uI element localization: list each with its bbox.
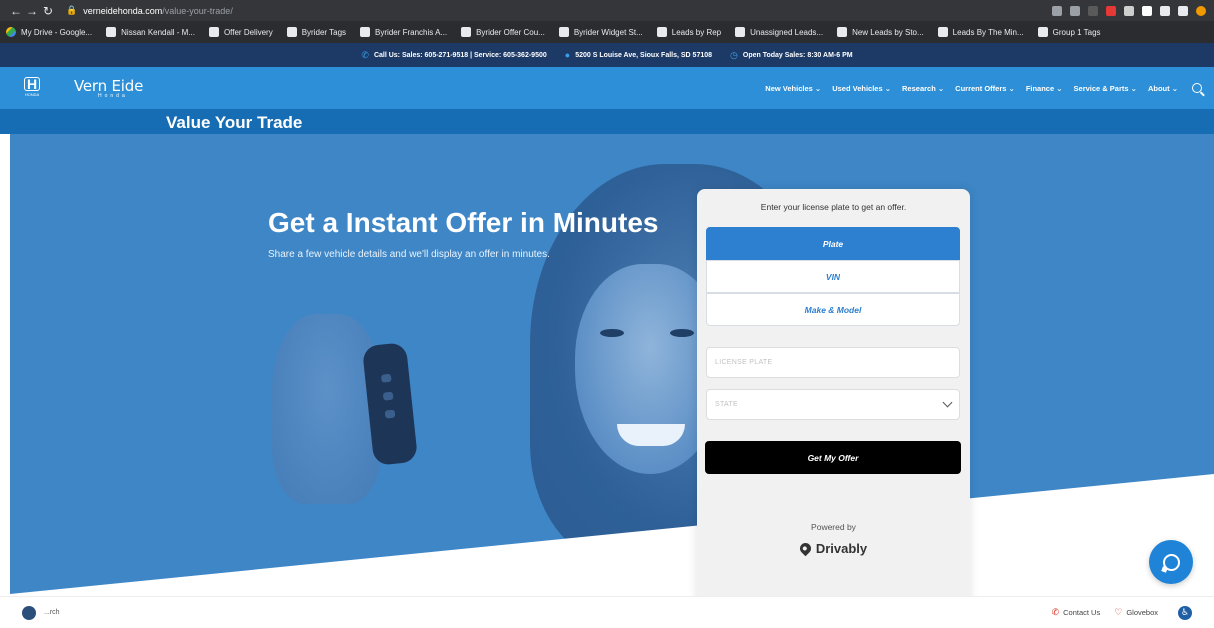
honda-logo[interactable]: H HONDA — [22, 77, 42, 99]
hours-info[interactable]: ◷ Open Today Sales: 8:30 AM-6 PM — [730, 50, 853, 61]
map-pin-icon: ● — [564, 50, 571, 60]
bookmark-item[interactable]: Byrider Widget St... — [558, 27, 643, 37]
bottom-search-label[interactable]: ...rch — [44, 609, 60, 616]
offer-prompt: Enter your license plate to get an offer… — [760, 202, 907, 212]
bookmark-item[interactable]: Leads By The Min... — [937, 27, 1024, 37]
extension-icon[interactable] — [1124, 5, 1134, 16]
page-title: Value Your Trade — [166, 113, 303, 132]
dealer-logo[interactable]: Vern Eide Honda — [74, 77, 143, 99]
bookmark-item[interactable]: Leads by Rep — [656, 27, 721, 37]
clock-icon: ◷ — [730, 49, 738, 60]
nav-item-research[interactable]: Research ⌄ — [902, 84, 944, 93]
puzzle-icon[interactable] — [1160, 5, 1170, 16]
main-navigation: H HONDA Vern Eide Honda New Vehicles ⌄ U… — [0, 67, 1214, 109]
forward-icon[interactable]: → — [24, 4, 40, 18]
bookmark-item[interactable]: Offer Delivery — [208, 27, 273, 37]
page-icon — [208, 27, 219, 37]
nav-menu: New Vehicles ⌄ Used Vehicles ⌄ Research … — [765, 84, 1178, 93]
url-host: verneidehonda.com — [83, 5, 163, 16]
get-my-offer-button[interactable]: Get My Offer — [705, 441, 961, 474]
hero-heading: Get a Instant Offer in Minutes — [268, 207, 659, 238]
phone-icon: ✆ — [1051, 607, 1060, 617]
bookmark-item[interactable]: Unassigned Leads... — [735, 27, 823, 37]
hero-photo-eye — [670, 329, 694, 337]
bookmark-item[interactable]: Byrider Tags — [286, 27, 346, 37]
lock-icon: 🔒 — [66, 5, 78, 15]
drive-icon — [6, 27, 16, 37]
bottom-bar-actions: ✆ Contact Us ♡ Glovebox ♿ — [1052, 605, 1192, 620]
bookmark-item[interactable]: Byrider Franchis A... — [360, 27, 447, 37]
state-select-value: STATE — [715, 401, 739, 408]
share-icon[interactable] — [1052, 5, 1062, 16]
phone-icon: ✆ — [361, 49, 369, 60]
hero-diagonal-divider — [10, 474, 1214, 594]
page-icon — [735, 27, 746, 37]
tab-vin[interactable]: VIN — [706, 260, 960, 293]
chat-button[interactable] — [1149, 540, 1193, 584]
page-title-bar: Value Your Trade — [0, 109, 1214, 134]
star-icon[interactable] — [1070, 5, 1080, 16]
page-icon — [1037, 27, 1048, 37]
nav-item-about[interactable]: About ⌄ — [1148, 84, 1178, 93]
contact-info-bar: ✆ Call Us: Sales: 605-271-9518 | Service… — [0, 43, 1214, 67]
heart-icon: ♡ — [1114, 607, 1123, 617]
browser-toolbar: ← → ↻ 🔒 verneidehonda.com /value-your-tr… — [0, 0, 1214, 21]
extension-icon[interactable] — [1142, 5, 1152, 16]
bookmark-item[interactable]: My Drive - Google... — [6, 27, 92, 37]
page-icon — [461, 27, 472, 37]
reload-icon[interactable]: ↻ — [40, 4, 56, 18]
hero-section: Get a Instant Offer in Minutes Share a f… — [10, 134, 1214, 594]
offer-widget: Enter your license plate to get an offer… — [697, 189, 970, 605]
address-info[interactable]: ● 5200 S Louise Ave, Sioux Falls, SD 571… — [565, 50, 712, 60]
nav-item-current-offers[interactable]: Current Offers ⌄ — [955, 84, 1015, 93]
nav-item-new-vehicles[interactable]: New Vehicles ⌄ — [765, 84, 821, 93]
extension-icon[interactable] — [1088, 5, 1098, 16]
page-icon — [286, 27, 297, 37]
tab-make-model[interactable]: Make & Model — [706, 293, 960, 326]
search-icon[interactable] — [1192, 83, 1202, 93]
hero-subtext: Share a few vehicle details and we'll di… — [268, 248, 550, 260]
back-icon[interactable]: ← — [8, 4, 24, 18]
page-icon — [106, 27, 117, 37]
page-icon — [937, 27, 948, 37]
hero-text: Get a Instant Offer in Minutes Share a f… — [268, 206, 668, 262]
page-icon — [558, 27, 569, 37]
hero-photo-eye — [600, 329, 624, 337]
contact-us-link[interactable]: ✆ Contact Us — [1052, 607, 1101, 618]
glovebox-link[interactable]: ♡ Glovebox — [1114, 607, 1158, 618]
tab-plate[interactable]: Plate — [706, 227, 960, 260]
call-info[interactable]: ✆ Call Us: Sales: 605-271-9518 | Service… — [361, 50, 546, 61]
honda-h-icon: H — [24, 77, 40, 91]
address-bar[interactable]: 🔒 verneidehonda.com /value-your-trade/ — [66, 5, 1052, 16]
chat-icon — [1162, 553, 1180, 571]
nav-item-service-parts[interactable]: Service & Parts ⌄ — [1074, 84, 1137, 93]
chevron-down-icon — [942, 397, 953, 408]
nav-item-finance[interactable]: Finance ⌄ — [1026, 84, 1063, 93]
page-icon — [656, 27, 667, 37]
bookmark-item[interactable]: Nissan Kendall - M... — [106, 27, 195, 37]
bookmark-item[interactable]: Group 1 Tags — [1037, 27, 1101, 37]
avatar[interactable] — [1196, 5, 1206, 16]
license-plate-input[interactable] — [715, 359, 951, 366]
drivably-pin-icon — [797, 540, 814, 557]
drivably-logo[interactable]: Drivably — [697, 540, 970, 557]
state-select[interactable]: STATE — [706, 389, 960, 420]
bookmark-item[interactable]: Byrider Offer Cou... — [461, 27, 545, 37]
url-path: /value-your-trade/ — [162, 5, 233, 16]
page-icon — [837, 27, 848, 37]
bottom-bar: ...rch ✆ Contact Us ♡ Glovebox ♿ — [0, 596, 1214, 628]
extension-icon[interactable] — [1106, 5, 1116, 16]
nav-item-used-vehicles[interactable]: Used Vehicles ⌄ — [832, 84, 891, 93]
powered-by-label: Powered by — [811, 522, 856, 532]
license-plate-field[interactable] — [706, 347, 960, 378]
bookmark-item[interactable]: New Leads by Sto... — [837, 27, 924, 37]
accessibility-widget-icon[interactable] — [22, 605, 36, 620]
bookmarks-bar: My Drive - Google... Nissan Kendall - M.… — [0, 21, 1214, 43]
page-icon — [360, 27, 371, 37]
extension-bar — [1052, 5, 1206, 16]
accessibility-icon[interactable]: ♿ — [1178, 605, 1192, 620]
sidebar-icon[interactable] — [1178, 5, 1188, 16]
